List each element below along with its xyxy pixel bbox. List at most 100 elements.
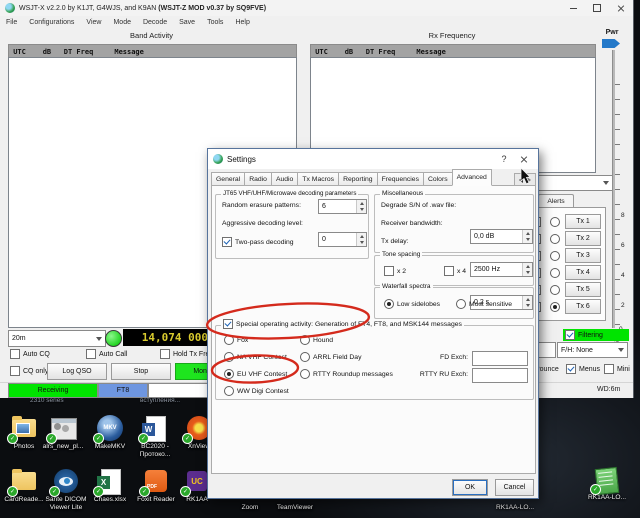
auto-cq-checkbox[interactable] [10, 349, 20, 359]
main-titlebar[interactable]: WSJT-X v2.2.0 by K1JT, G4WJS, and K9AN (… [0, 0, 633, 16]
rtty-roundup-radio[interactable] [300, 369, 310, 379]
tab-advanced[interactable]: Advanced [452, 169, 492, 186]
minimize-icon[interactable] [561, 1, 585, 16]
desktop-icon-rk1aa-log[interactable]: ✓ RK1AA-LO... [582, 466, 632, 502]
tab-alerts[interactable]: Alerts [538, 194, 574, 208]
menu-decode[interactable]: Decode [137, 19, 173, 26]
desktop-label-rk1aa-log[interactable]: RK1AA-LO... [490, 504, 540, 512]
mini-toggle[interactable]: Mini [604, 364, 630, 374]
desktop-icon-makemkv[interactable]: MKV✓ MakeMKV [86, 415, 134, 451]
auto-call-checkbox[interactable] [86, 349, 96, 359]
cq-only-toggle[interactable]: CQ only [10, 366, 48, 376]
low-sidelobes-option[interactable]: Low sidelobes [384, 299, 440, 309]
desktop-icon-chaes-xlsx[interactable]: X✓ Chaes.xlsx [86, 468, 134, 504]
tx4-radio[interactable] [550, 268, 560, 278]
pwr-slider-handle[interactable] [602, 39, 620, 48]
tab-general[interactable]: General [211, 172, 245, 186]
arrl-field-day-option[interactable]: ARRL Field Day [300, 352, 361, 362]
tx1-button[interactable]: Tx 1 [565, 214, 601, 229]
fh-mode-combo[interactable]: F/H: None [557, 342, 628, 358]
tx4-button[interactable]: Tx 4 [565, 265, 601, 280]
most-sensitive-option[interactable]: Most sensitive [456, 299, 512, 309]
fox-radio[interactable] [224, 335, 234, 345]
na-vhf-radio[interactable] [224, 352, 234, 362]
menu-file[interactable]: File [0, 19, 23, 26]
special-activity-toggle[interactable]: Special operating activity: Generation o… [221, 319, 464, 329]
fox-option[interactable]: Fox [224, 335, 248, 345]
two-pass-checkbox[interactable] [222, 237, 232, 247]
desktop-icon-alrs[interactable]: ✓ alrs_new_pl... [39, 415, 87, 451]
scroll-right-icon[interactable] [527, 177, 531, 183]
log-qso-button[interactable]: Log QSO [47, 363, 107, 380]
tx5-radio[interactable] [550, 285, 560, 295]
dialog-close-icon[interactable] [514, 151, 534, 167]
menu-help[interactable]: Help [229, 19, 255, 26]
cq-only-checkbox[interactable] [10, 366, 20, 376]
filtering-checkbox[interactable] [565, 330, 575, 340]
spinner-arrows-icon[interactable] [522, 230, 532, 243]
tone-x4-checkbox[interactable] [444, 266, 454, 276]
eu-vhf-radio[interactable] [224, 369, 234, 379]
close-icon[interactable] [609, 1, 633, 16]
auto-call-toggle[interactable]: Auto Call [86, 349, 127, 359]
two-pass-toggle[interactable]: Two-pass decoding [222, 237, 294, 247]
band-selector[interactable]: 20m [8, 330, 106, 347]
hound-radio[interactable] [300, 335, 310, 345]
hold-tx-freq-checkbox[interactable] [160, 349, 170, 359]
random-erasure-spinner[interactable]: 6 [318, 199, 367, 214]
desktop-icon-sante-dicom[interactable]: ✓ Sante DICOM Viewer Lite [40, 468, 92, 511]
filtering-toggle[interactable]: Filtering [563, 329, 629, 341]
tab-audio[interactable]: Audio [271, 172, 298, 186]
tx3-button[interactable]: Tx 3 [565, 248, 601, 263]
tab-reporting[interactable]: Reporting [338, 172, 377, 186]
rtty-roundup-option[interactable]: RTTY Roundup messages [300, 369, 393, 379]
spinner-arrows-icon[interactable] [356, 233, 366, 246]
tone-x4-toggle[interactable]: x 4 [444, 266, 466, 276]
tab-radio[interactable]: Radio [244, 172, 272, 186]
help-icon[interactable]: ? [494, 151, 514, 167]
scroll-left-icon[interactable] [519, 177, 523, 183]
fd-exch-input[interactable] [472, 351, 528, 366]
desktop-label-zoom[interactable]: Zoom [232, 504, 268, 512]
ww-digi-option[interactable]: WW Digi Contest [224, 386, 289, 396]
tone-x2-checkbox[interactable] [384, 266, 394, 276]
tx5-button[interactable]: Tx 5 [565, 282, 601, 297]
hound-option[interactable]: Hound [300, 335, 333, 345]
settings-titlebar[interactable]: Settings ? [208, 149, 538, 169]
most-sensitive-radio[interactable] [456, 299, 466, 309]
auto-cq-toggle[interactable]: Auto CQ [10, 349, 50, 359]
menus-checkbox[interactable] [566, 364, 576, 374]
mini-checkbox[interactable] [604, 364, 614, 374]
arrl-field-day-radio[interactable] [300, 352, 310, 362]
tab-frequencies[interactable]: Frequencies [377, 172, 424, 186]
desktop-label-teamviewer[interactable]: TeamViewer [268, 504, 322, 512]
degrade-sn-spinner[interactable]: 0,0 dB [470, 229, 533, 244]
tx6-radio[interactable] [550, 302, 560, 312]
menus-toggle[interactable]: Menus [566, 364, 600, 374]
ww-digi-radio[interactable] [224, 386, 234, 396]
maximize-icon[interactable] [585, 1, 609, 16]
tab-tx-macros[interactable]: Tx Macros [297, 172, 339, 186]
low-sidelobes-radio[interactable] [384, 299, 394, 309]
desktop-icon-bc2020[interactable]: W✓ BC2020 - Протоко... [130, 415, 180, 458]
cancel-button[interactable]: Cancel [495, 479, 534, 496]
eu-vhf-option[interactable]: EU VHF Contest [224, 369, 287, 379]
tx3-radio[interactable] [550, 251, 560, 261]
menu-save[interactable]: Save [173, 19, 201, 26]
tx2-radio[interactable] [550, 234, 560, 244]
tx1-radio[interactable] [550, 217, 560, 227]
na-vhf-option[interactable]: NA VHF Contest [224, 352, 287, 362]
spinner-arrows-icon[interactable] [356, 200, 366, 213]
ok-button[interactable]: OK [452, 479, 488, 496]
pwr-slider-track[interactable] [612, 50, 615, 328]
hold-tx-freq-toggle[interactable]: Hold Tx Freq [160, 349, 213, 359]
tx2-button[interactable]: Tx 2 [565, 231, 601, 246]
menu-mode[interactable]: Mode [107, 19, 137, 26]
stop-button[interactable]: Stop [111, 363, 171, 380]
menu-tools[interactable]: Tools [201, 19, 229, 26]
aggressive-level-spinner[interactable]: 0 [318, 232, 367, 247]
tab-colors[interactable]: Colors [423, 172, 453, 186]
tone-x2-toggle[interactable]: x 2 [384, 266, 406, 276]
menu-configurations[interactable]: Configurations [23, 19, 80, 26]
special-activity-checkbox[interactable] [223, 319, 233, 329]
